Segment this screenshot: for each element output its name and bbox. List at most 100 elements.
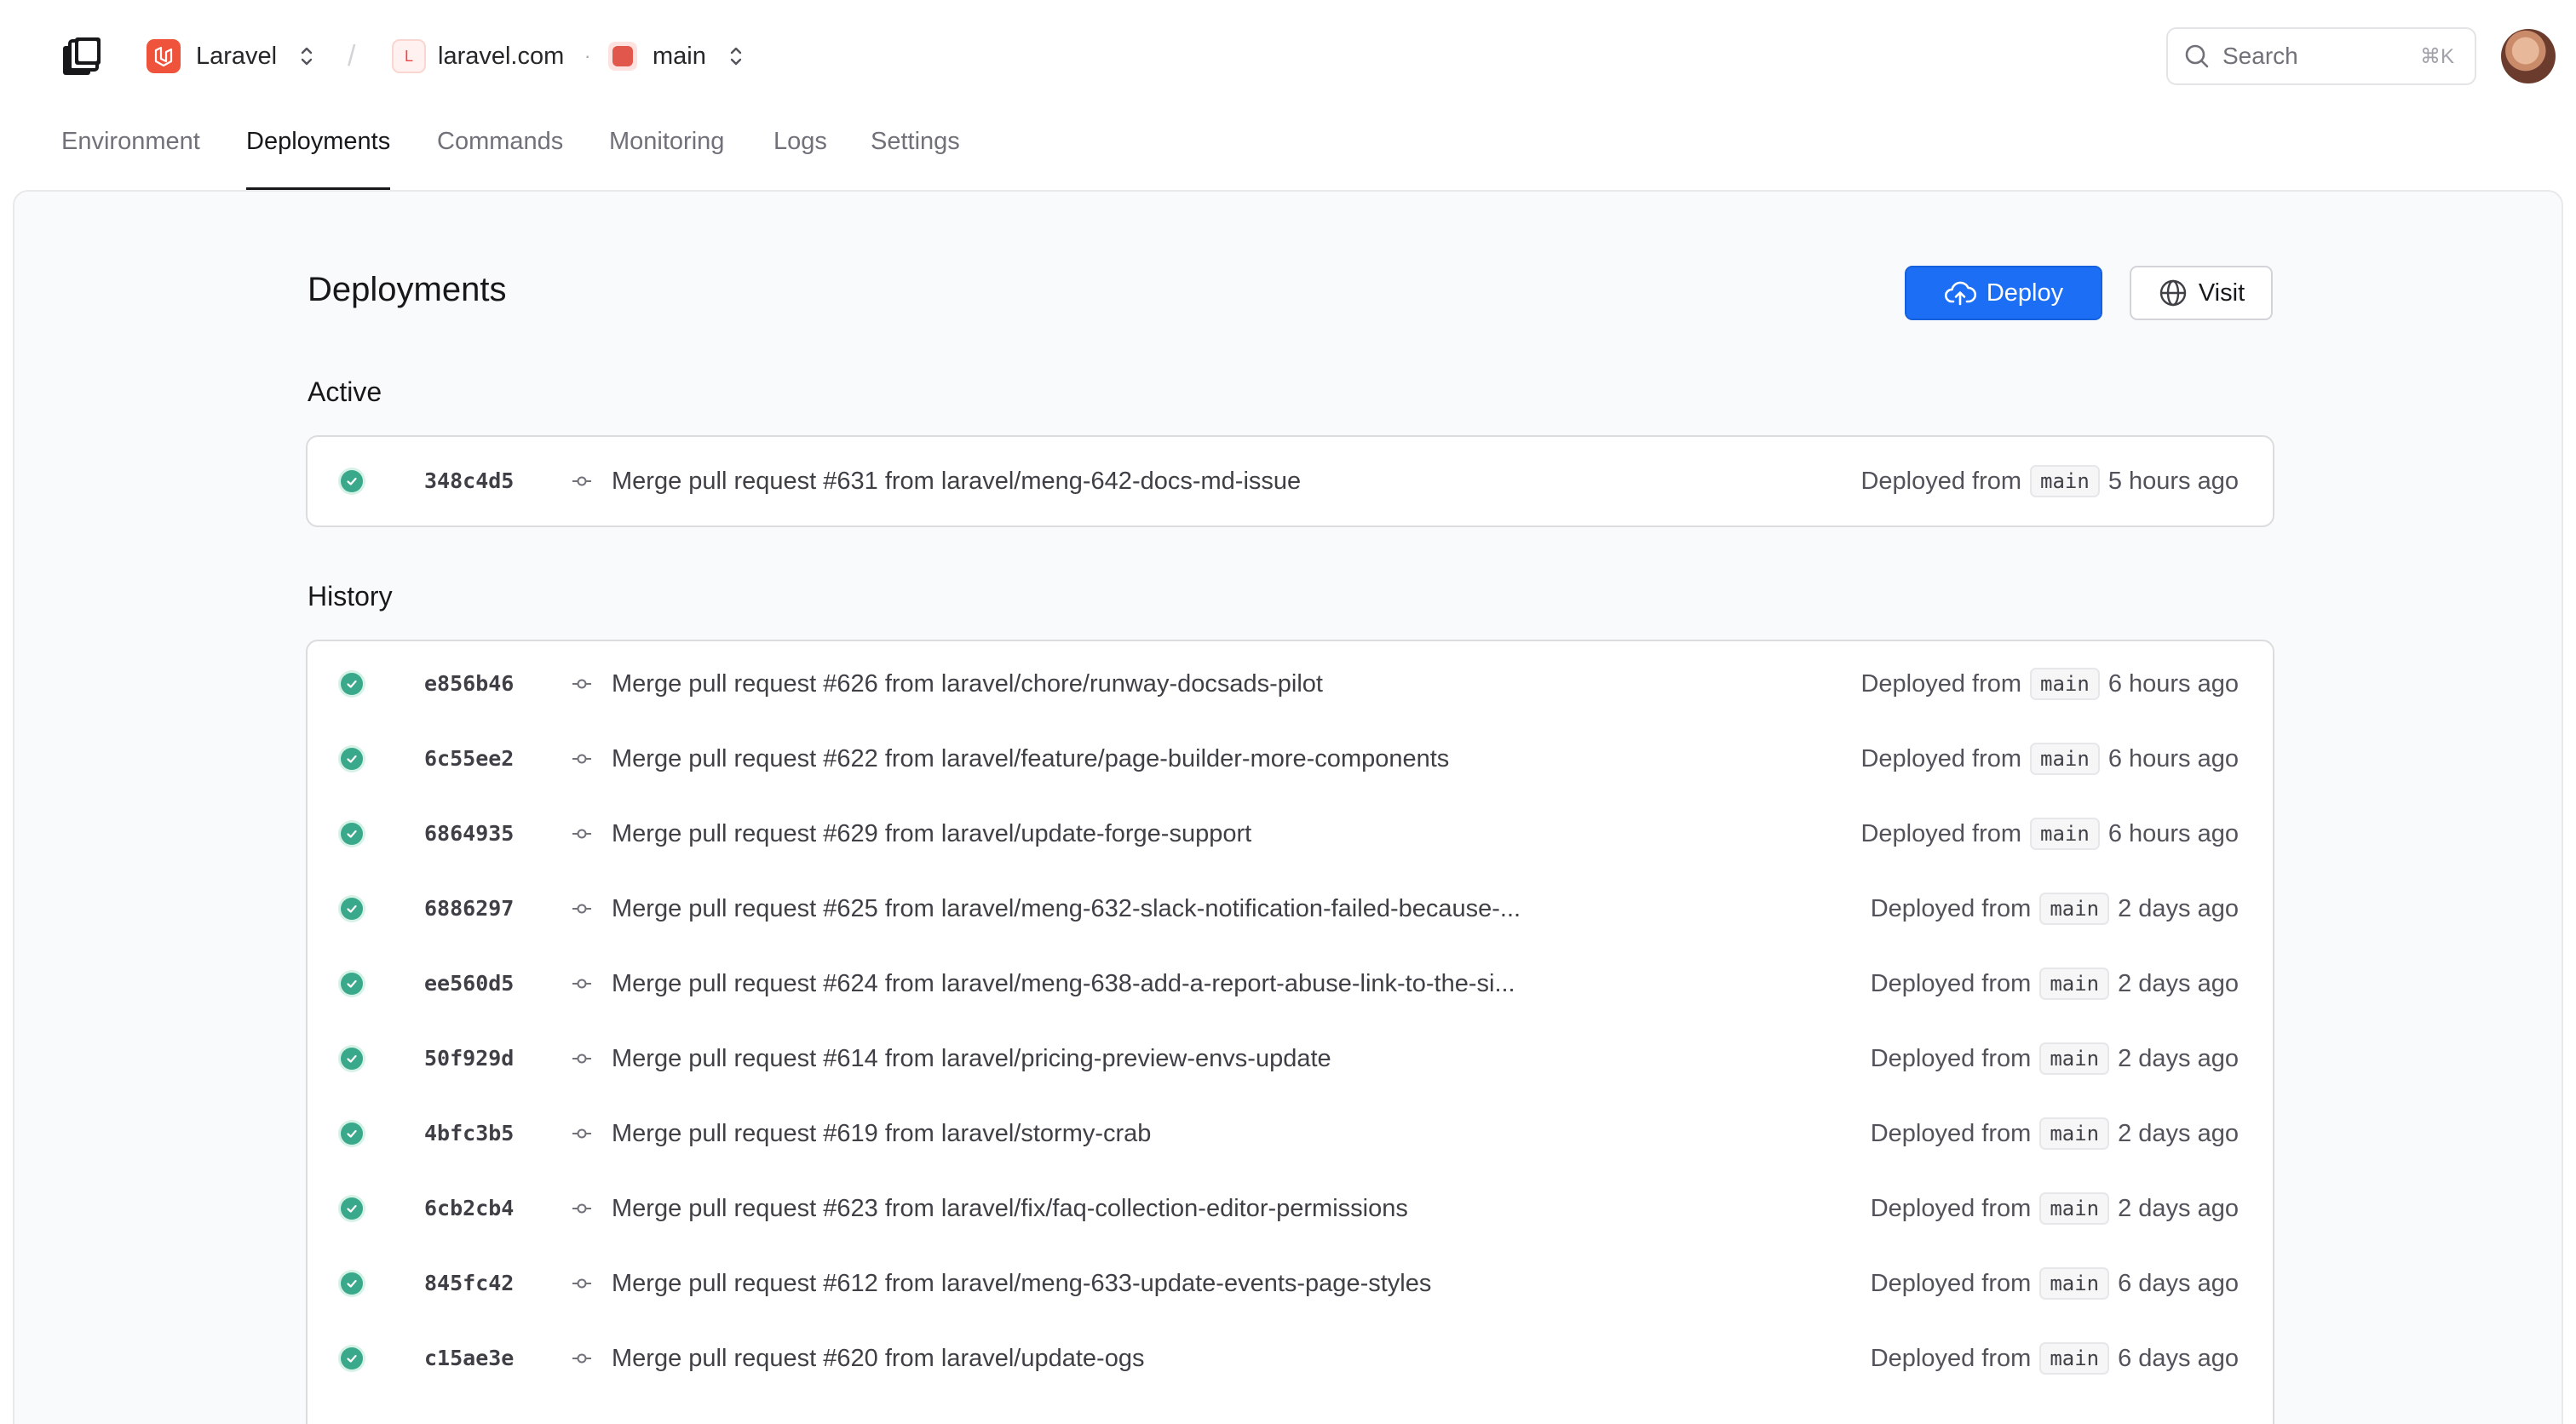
deployed-from-label: Deployed from <box>1860 819 2022 847</box>
deployed-from-label: Deployed from <box>1860 467 2022 495</box>
branch-badge: main <box>2030 743 2100 775</box>
history-section-title: History <box>308 581 393 612</box>
commit-message: Merge pull request #625 from laravel/men… <box>612 895 1521 922</box>
deployment-meta: Deployed from main 6 days ago <box>1871 1321 2239 1396</box>
project-name: laravel.com <box>438 42 565 70</box>
deployed-from-label: Deployed from <box>1870 969 2032 997</box>
deployment-time: 6 days ago <box>2118 1269 2239 1297</box>
commit-sha: 6c55ee2 <box>424 746 515 771</box>
tab-commands[interactable]: Commands <box>437 119 563 191</box>
deployed-from-label: Deployed from <box>1870 1194 2032 1222</box>
success-check-icon <box>338 670 365 698</box>
success-check-icon <box>338 895 365 922</box>
environment-name: main <box>653 42 706 70</box>
laravel-logo-icon <box>147 39 181 73</box>
tab-deployments[interactable]: Deployments <box>246 119 391 191</box>
branch-badge: main <box>2039 1267 2110 1300</box>
commit-sha: ee560d5 <box>424 971 515 996</box>
search-placeholder: Search <box>2222 43 2298 69</box>
success-check-icon <box>338 970 365 997</box>
deployed-from-label: Deployed from <box>1870 1119 2032 1147</box>
deployment-row[interactable]: 50f929d Merge pull request #614 from lar… <box>308 1021 2273 1096</box>
app-logo-icon[interactable] <box>60 34 104 78</box>
chevron-up-down-icon <box>730 47 742 66</box>
cloud-upload-icon <box>1944 281 1976 306</box>
deploy-button[interactable]: Deploy <box>1905 266 2102 320</box>
deployment-row[interactable]: 6cb2cb4 Merge pull request #623 from lar… <box>308 1171 2273 1246</box>
branch-badge: main <box>2039 1117 2110 1150</box>
deployment-row[interactable]: 845fc42 Merge pull request #612 from lar… <box>308 1246 2273 1321</box>
deployment-time: 6 hours ago <box>2107 819 2239 847</box>
deployment-time: 2 days ago <box>2118 894 2239 922</box>
deployment-meta: Deployed from main 2 days ago <box>1871 1171 2239 1246</box>
branch-badge: main <box>2039 1192 2110 1225</box>
git-commit-icon <box>572 1203 591 1214</box>
git-commit-icon <box>572 904 591 914</box>
success-check-icon <box>338 1345 365 1372</box>
deployment-row[interactable]: c15ae3e Merge pull request #620 from lar… <box>308 1321 2273 1396</box>
tab-monitoring[interactable]: Monitoring <box>609 119 724 191</box>
success-check-icon <box>338 820 365 847</box>
breadcrumb-separator: / <box>348 40 356 72</box>
deployment-meta: Deployed from main 5 hours ago <box>1860 444 2239 519</box>
tab-settings[interactable]: Settings <box>871 119 960 191</box>
search-icon <box>2185 44 2209 68</box>
deployment-row[interactable]: 6886297 Merge pull request #625 from lar… <box>308 871 2273 946</box>
project-avatar: L <box>392 39 426 73</box>
deployment-meta: Deployed from main 6 hours ago <box>1860 721 2239 796</box>
globe-icon <box>2159 279 2187 307</box>
deployment-row[interactable]: 348c4d5 Merge pull request #631 from lar… <box>308 444 2273 519</box>
deployment-meta: Deployed from main 6 hours ago <box>1860 646 2239 721</box>
git-commit-icon <box>572 1353 591 1364</box>
visit-button[interactable]: Visit <box>2130 266 2273 320</box>
deployment-time: 2 days ago <box>2118 1044 2239 1072</box>
search-input[interactable]: Search ⌘K <box>2166 27 2476 85</box>
history-deployments-card: e856b46 Merge pull request #626 from lar… <box>306 640 2274 1424</box>
commit-message: Merge pull request #614 from laravel/pri… <box>612 1045 1331 1072</box>
commit-message: Merge pull request #620 from laravel/upd… <box>612 1345 1145 1372</box>
deployment-meta: Deployed from main 6 hours ago <box>1860 796 2239 871</box>
deployment-row[interactable]: 6864935 Merge pull request #629 from lar… <box>308 796 2273 871</box>
tab-logs[interactable]: Logs <box>773 119 827 191</box>
org-switcher[interactable]: Laravel <box>147 34 316 78</box>
deployment-meta: Deployed from main 6 days ago <box>1871 1246 2239 1321</box>
commit-sha: 348c4d5 <box>424 468 515 493</box>
deployment-meta: Deployed from main 2 days ago <box>1871 1096 2239 1171</box>
branch-badge: main <box>2039 968 2110 1000</box>
project-link[interactable]: L laravel.com <box>392 34 564 78</box>
branch-badge: main <box>2039 1342 2110 1375</box>
deployment-meta: Deployed from main 2 days ago <box>1871 1021 2239 1096</box>
branch-badge: main <box>2030 465 2100 497</box>
visit-button-label: Visit <box>2198 278 2245 307</box>
tab-environment[interactable]: Environment <box>61 119 200 191</box>
commit-message: Merge pull request #631 from laravel/men… <box>612 468 1302 495</box>
commit-message: Merge pull request #612 from laravel/men… <box>612 1270 1432 1297</box>
deployed-from-label: Deployed from <box>1870 1044 2032 1072</box>
deployment-time: 6 hours ago <box>2107 744 2239 772</box>
user-avatar[interactable] <box>2501 29 2556 83</box>
commit-message: Merge pull request #619 from laravel/sto… <box>612 1120 1152 1147</box>
git-commit-icon <box>572 1278 591 1289</box>
git-commit-icon <box>572 754 591 764</box>
commit-message: Merge pull request #624 from laravel/men… <box>612 970 1515 997</box>
environment-switcher[interactable]: main <box>608 34 745 78</box>
success-check-icon <box>338 1195 365 1222</box>
commit-message: Merge pull request #629 from laravel/upd… <box>612 820 1252 847</box>
commit-sha: 6886297 <box>424 896 515 921</box>
deployment-time: 2 days ago <box>2118 1119 2239 1147</box>
git-commit-icon <box>572 476 591 486</box>
git-commit-icon <box>572 1128 591 1139</box>
environment-color-icon <box>608 42 637 71</box>
deployment-row[interactable]: 4bfc3b5 Merge pull request #619 from lar… <box>308 1096 2273 1171</box>
git-commit-icon <box>572 679 591 689</box>
deployment-row[interactable]: e856b46 Merge pull request #626 from lar… <box>308 646 2273 721</box>
commit-sha: 4bfc3b5 <box>424 1121 515 1146</box>
commit-message: Merge pull request #622 from laravel/fea… <box>612 745 1450 772</box>
deployed-from-label: Deployed from <box>1860 744 2022 772</box>
deployment-row[interactable]: 6c55ee2 Merge pull request #622 from lar… <box>308 721 2273 796</box>
deployment-row[interactable]: ee560d5 Merge pull request #624 from lar… <box>308 946 2273 1021</box>
commit-sha: e856b46 <box>424 671 515 696</box>
active-deployments-card: 348c4d5 Merge pull request #631 from lar… <box>306 435 2274 527</box>
success-check-icon <box>338 1120 365 1147</box>
commit-message: Merge pull request #626 from laravel/cho… <box>612 670 1323 698</box>
